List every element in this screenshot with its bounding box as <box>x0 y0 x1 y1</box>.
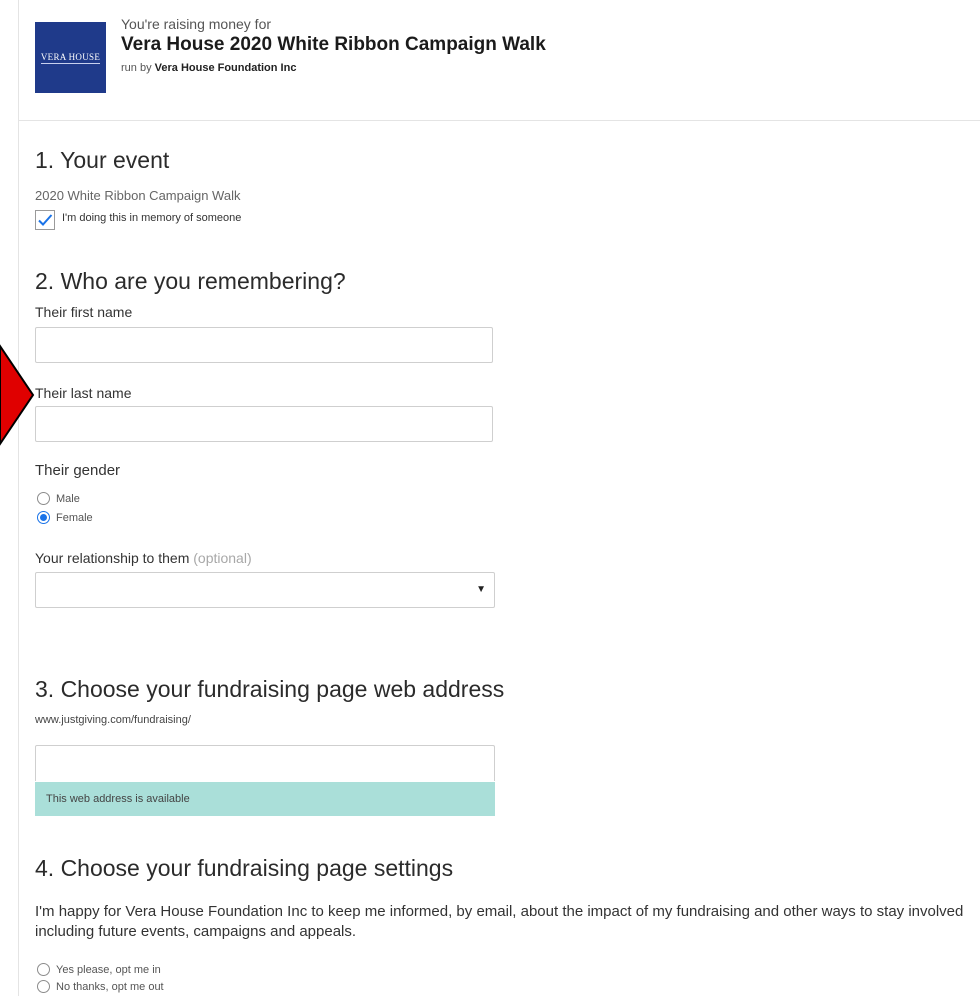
checkmark-icon <box>38 214 53 226</box>
run-by-org: Vera House Foundation Inc <box>154 62 297 74</box>
memory-checkbox-label[interactable]: I'm doing this in memory of someone <box>62 212 241 224</box>
radio-male[interactable] <box>37 492 50 505</box>
fundraising-form-page: VERA HOUSE You're raising money for Vera… <box>0 0 980 996</box>
radio-female-label[interactable]: Female <box>56 512 93 524</box>
radio-opt-in[interactable] <box>37 963 50 976</box>
gender-label: Their gender <box>35 462 121 479</box>
logo-text: VERA HOUSE <box>40 51 101 64</box>
url-prefix: www.justgiving.com/fundraising/ <box>35 714 191 726</box>
relationship-select[interactable]: ▼ <box>35 572 495 608</box>
radio-opt-out[interactable] <box>37 980 50 993</box>
raising-for-label: You're raising money for <box>121 16 272 32</box>
section-4-title: 4. Choose your fundraising page settings <box>35 855 454 881</box>
availability-message: This web address is available <box>35 782 495 816</box>
event-name: 2020 White Ribbon Campaign Walk <box>35 188 241 203</box>
radio-opt-out-label[interactable]: No thanks, opt me out <box>56 981 164 993</box>
radio-opt-in-label[interactable]: Yes please, opt me in <box>56 964 161 976</box>
campaign-name: Vera House 2020 White Ribbon Campaign Wa… <box>121 34 546 55</box>
relationship-label-text: Your relationship to them <box>35 550 190 566</box>
optin-no-option[interactable]: No thanks, opt me out <box>37 980 164 993</box>
section-2-title: 2. Who are you remembering? <box>35 268 346 294</box>
gender-option-female[interactable]: Female <box>37 511 93 524</box>
first-name-label: Their first name <box>35 304 133 320</box>
first-name-input[interactable] <box>35 327 493 363</box>
left-divider <box>18 0 19 996</box>
run-by-prefix: run by <box>121 62 155 74</box>
optin-description: I'm happy for Vera House Foundation Inc … <box>35 903 964 940</box>
red-pointer-arrow-icon <box>0 344 35 446</box>
radio-female[interactable] <box>37 511 50 524</box>
last-name-label: Their last name <box>35 385 132 401</box>
campaign-header: VERA HOUSE You're raising money for Vera… <box>19 0 980 121</box>
relationship-label: Your relationship to them (optional) <box>35 550 252 566</box>
optin-yes-option[interactable]: Yes please, opt me in <box>37 963 161 976</box>
web-address-input[interactable] <box>35 745 495 781</box>
last-name-input[interactable] <box>35 406 493 442</box>
radio-male-label[interactable]: Male <box>56 493 80 505</box>
gender-option-male[interactable]: Male <box>37 492 80 505</box>
section-1-title: 1. Your event <box>35 147 170 173</box>
optional-tag: (optional) <box>193 550 252 566</box>
charity-logo: VERA HOUSE <box>35 22 106 93</box>
section-3-title: 3. Choose your fundraising page web addr… <box>35 676 505 702</box>
dropdown-arrow-icon: ▼ <box>476 584 486 595</box>
run-by-text: run by Vera House Foundation Inc <box>121 62 296 74</box>
memory-checkbox[interactable] <box>35 210 55 230</box>
